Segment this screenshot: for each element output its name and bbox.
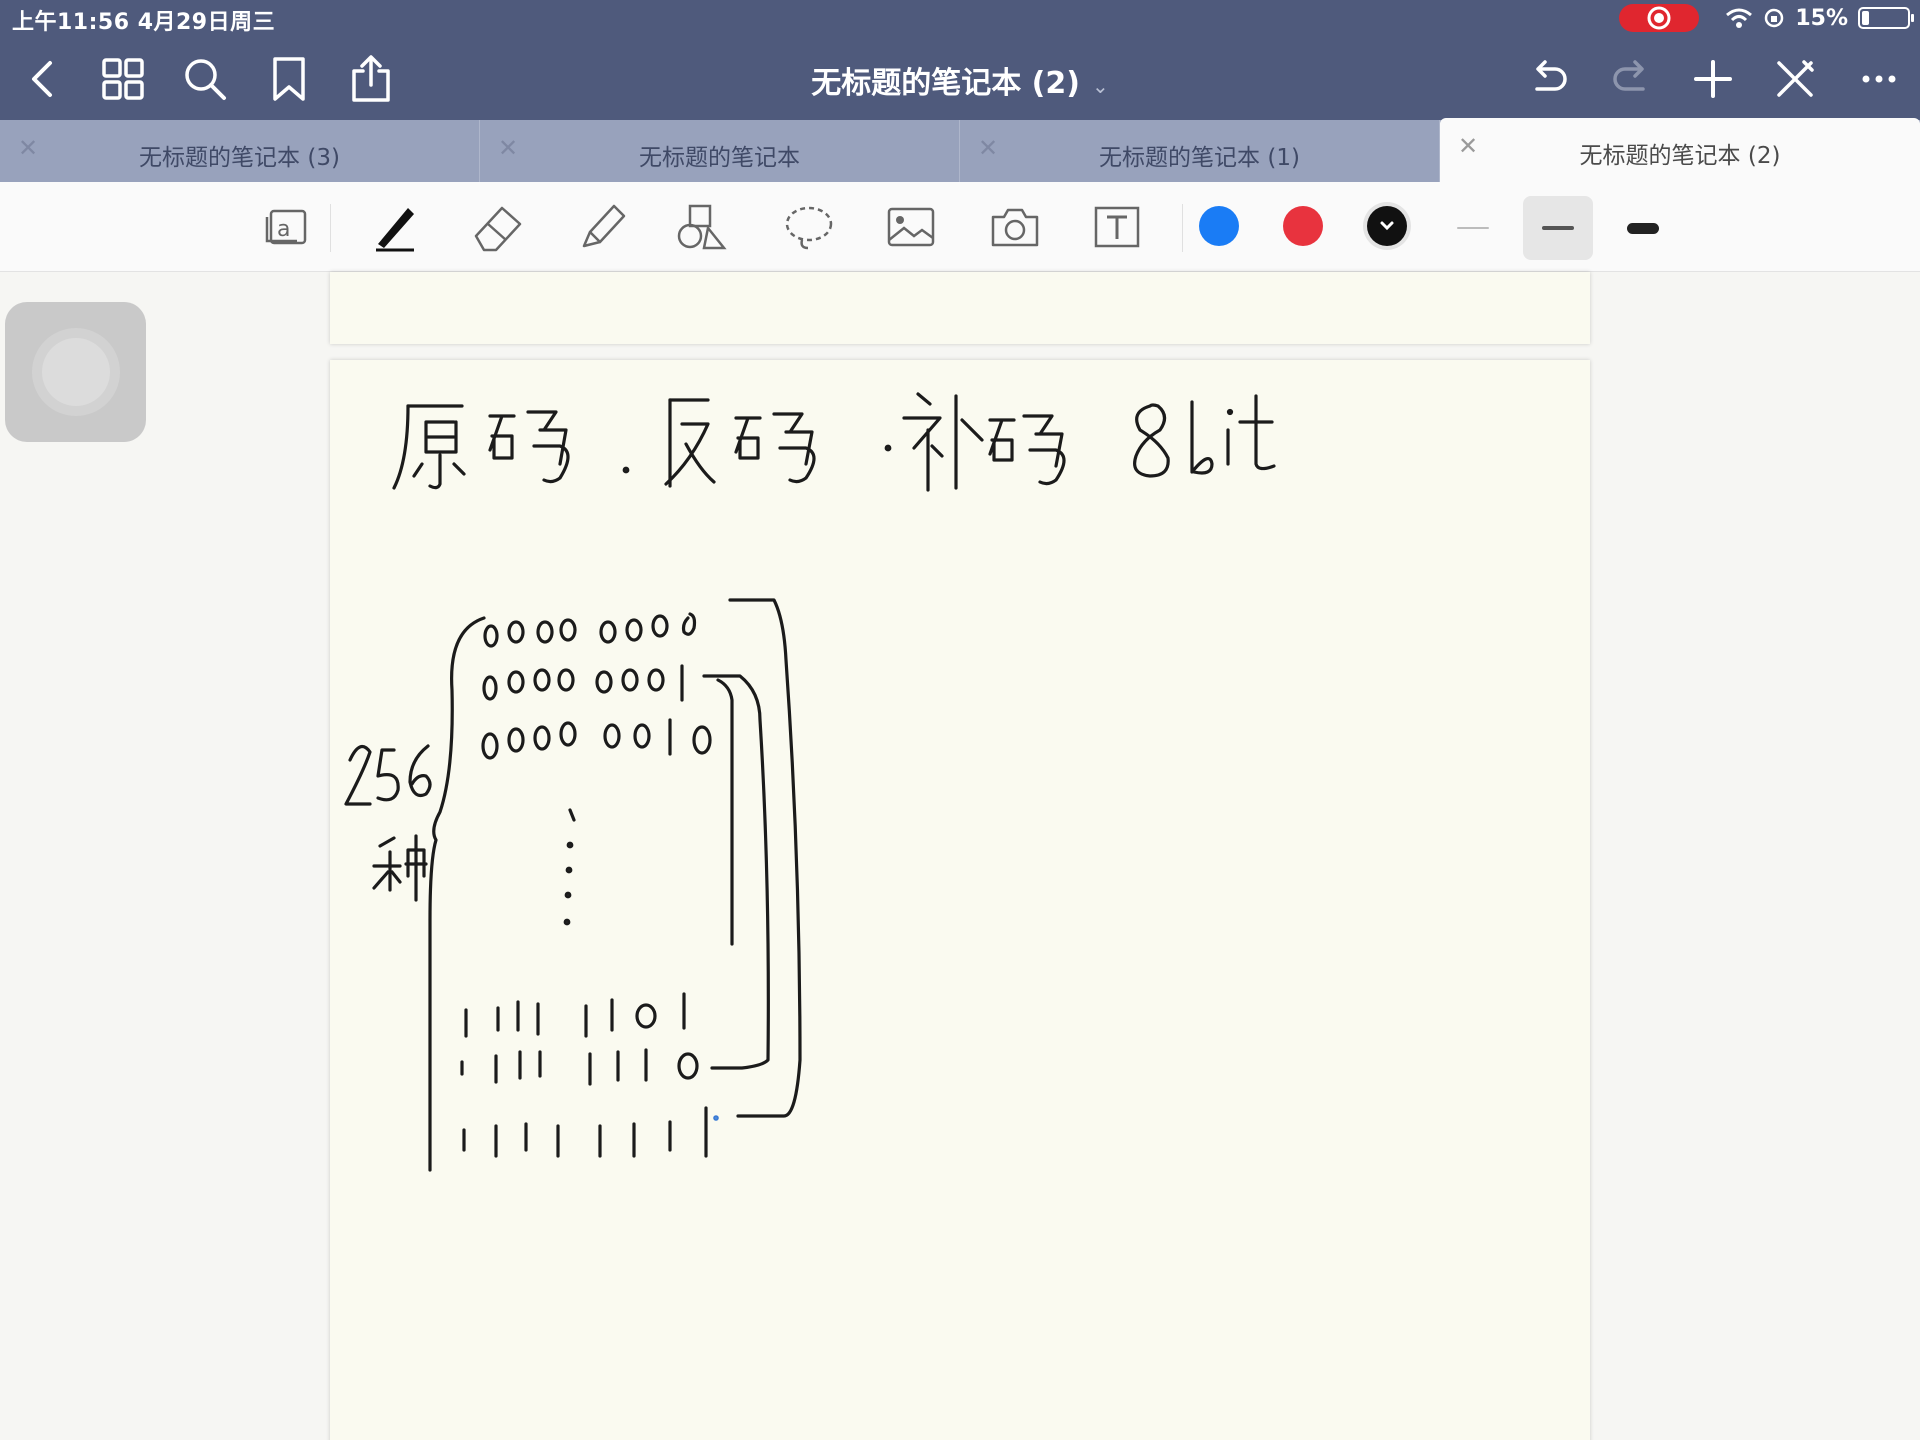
handwriting-fanma <box>664 398 816 488</box>
binary-row-11111110 <box>460 1048 699 1086</box>
tab-notebook-3[interactable]: ✕ 无标题的笔记本 (3) <box>0 120 480 182</box>
bracket-inner <box>716 678 734 946</box>
pen-cursor-dot <box>713 1115 719 1121</box>
handwriting-8bit <box>1133 394 1276 478</box>
read-mode-button[interactable]: a <box>255 196 317 258</box>
notebook-page[interactable] <box>330 360 1590 1440</box>
shapes-icon <box>677 204 727 250</box>
tab-label: 无标题的笔记本 (1) <box>1099 145 1300 171</box>
stroke-thick-preview <box>1627 222 1659 234</box>
tab-label: 无标题的笔记本 (2) <box>1579 143 1781 169</box>
assistive-touch-knob <box>42 338 110 406</box>
binary-row-00000001 <box>482 664 684 702</box>
handwriting-256-kinds <box>344 744 432 902</box>
close-edit-icon <box>1777 60 1814 97</box>
previous-page[interactable] <box>330 272 1590 344</box>
document-title-text: 无标题的笔记本 (2) <box>811 66 1080 101</box>
lasso-icon <box>785 206 833 250</box>
tab-notebook-1[interactable]: ✕ 无标题的笔记本 (1) <box>960 120 1440 182</box>
undo-button[interactable] <box>1522 52 1576 106</box>
orientation-lock-icon <box>1765 8 1784 28</box>
stroke-medium-button[interactable] <box>1523 196 1593 260</box>
text-icon <box>1094 206 1140 248</box>
redo-icon <box>1613 60 1645 91</box>
wifi-icon <box>1726 8 1753 28</box>
tab-notebook[interactable]: ✕ 无标题的笔记本 <box>480 120 960 182</box>
bracket-middle <box>702 674 770 1070</box>
vertical-ellipsis <box>563 808 576 926</box>
battery-level <box>1862 11 1869 25</box>
stroke-thin-button[interactable] <box>1438 196 1508 260</box>
stroke-medium-preview <box>1542 226 1574 230</box>
color-blue-swatch[interactable] <box>1199 206 1239 246</box>
drawing-toolbar: a <box>0 182 1920 272</box>
handwriting-canvas[interactable] <box>330 360 1590 1440</box>
battery-percent: 15% <box>1795 5 1848 31</box>
assistive-touch-button[interactable] <box>5 302 146 442</box>
status-indicators: 15% <box>1619 4 1914 32</box>
pen-icon <box>376 208 414 252</box>
binary-row-11111111 <box>462 1106 708 1158</box>
close-edit-button[interactable] <box>1768 52 1822 106</box>
pen-tool[interactable] <box>364 196 426 258</box>
svg-text:a: a <box>277 217 290 242</box>
handwriting-yuanma <box>392 404 570 490</box>
add-page-icon <box>1694 60 1732 98</box>
stroke-thick-button[interactable] <box>1608 196 1678 260</box>
left-brace <box>428 616 486 1172</box>
eraser-icon <box>474 206 522 252</box>
camera-tool[interactable] <box>984 196 1046 258</box>
more-button[interactable] <box>1852 52 1906 106</box>
comma-mark <box>884 444 892 452</box>
color-black-swatch[interactable] <box>1367 206 1407 246</box>
binary-row-00000010 <box>481 718 712 760</box>
highlighter-icon <box>582 204 626 248</box>
image-tool[interactable] <box>880 196 942 258</box>
add-page-button[interactable] <box>1686 52 1740 106</box>
chevron-down-icon: ⌄ <box>1091 74 1109 98</box>
color-red-swatch[interactable] <box>1283 206 1323 246</box>
tab-notebook-2[interactable]: ✕ 无标题的笔记本 (2) <box>1440 118 1920 182</box>
shapes-tool[interactable] <box>672 196 734 258</box>
binary-row-11111101 <box>464 992 686 1038</box>
read-mode-icon: a <box>265 209 307 245</box>
eraser-tool[interactable] <box>468 196 530 258</box>
status-time: 上午11:56 4月29日周三 <box>12 10 276 35</box>
toolbar-divider <box>330 204 331 252</box>
image-icon <box>887 207 935 247</box>
tab-label: 无标题的笔记本 <box>639 145 800 171</box>
lasso-tool[interactable] <box>778 196 840 258</box>
top-bar: 上午11:56 4月29日周三 15% 无标题的笔记本 (2) ⌄ <box>0 0 1920 120</box>
tab-label: 无标题的笔记本 (3) <box>139 145 340 171</box>
stroke-thin-preview <box>1457 227 1489 229</box>
chevron-down-icon <box>1380 221 1394 231</box>
tab-bar: ✕ 无标题的笔记本 (3) ✕ 无标题的笔记本 ✕ 无标题的笔记本 (1) ✕ … <box>0 118 1920 182</box>
more-icon <box>1862 75 1896 83</box>
battery-icon <box>1858 7 1914 29</box>
toolbar-divider <box>1182 204 1183 252</box>
camera-icon <box>991 208 1039 247</box>
binary-row-00000000 <box>483 612 697 648</box>
redo-button[interactable] <box>1604 52 1658 106</box>
handwriting-buma <box>902 392 1066 492</box>
comma-mark <box>622 466 630 474</box>
screen-recording-indicator[interactable] <box>1619 4 1700 32</box>
text-tool[interactable] <box>1086 196 1148 258</box>
undo-icon <box>1535 60 1567 91</box>
highlighter-tool[interactable] <box>572 196 634 258</box>
record-icon <box>1647 6 1671 30</box>
